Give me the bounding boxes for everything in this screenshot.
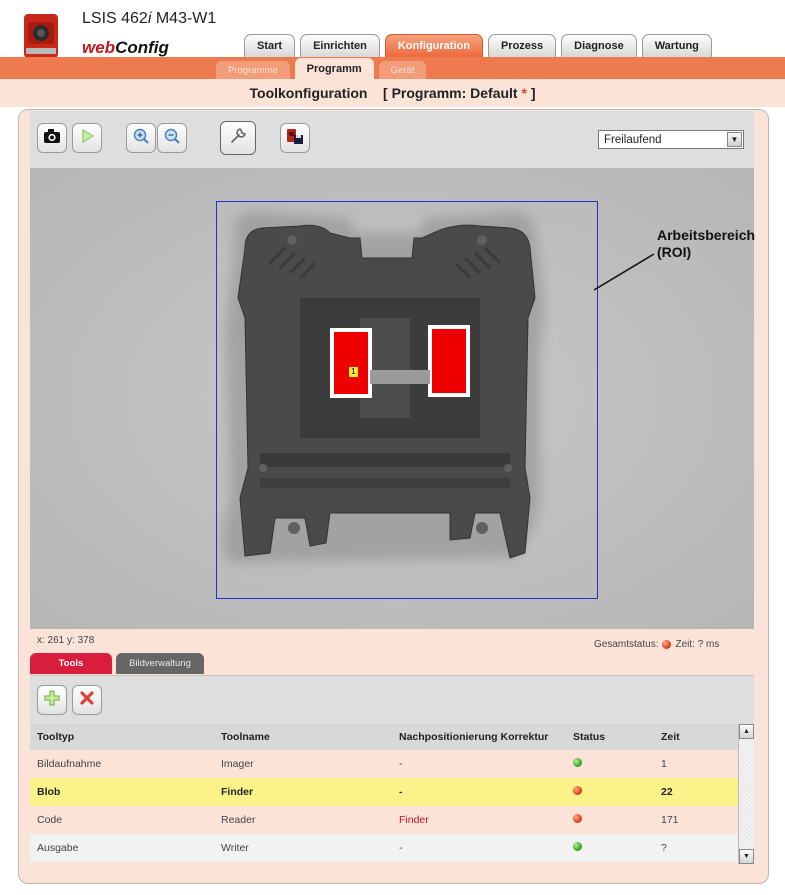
tool-status: [566, 842, 654, 854]
tool-status: [566, 814, 654, 826]
tool-time: 1: [661, 758, 667, 770]
status-green-icon: [573, 758, 582, 767]
tool-name: Reader: [221, 814, 256, 826]
overall-status: Gesamtstatus: Zeit: ? ms: [594, 639, 719, 650]
subtab-programme[interactable]: Programme: [216, 61, 290, 79]
tab-start[interactable]: Start: [244, 34, 296, 57]
scroll-down-icon[interactable]: ▼: [739, 849, 754, 864]
tools-toolbar: [30, 675, 754, 724]
tab-diagnose[interactable]: Diagnose: [561, 34, 637, 57]
tab-prozess[interactable]: Prozess: [487, 34, 557, 57]
column-header[interactable]: Tooltyp: [30, 731, 214, 743]
gesamtstatus-label: Gesamtstatus:: [594, 639, 659, 650]
tool-time: 171: [661, 814, 679, 826]
device-logo-icon: [18, 10, 66, 62]
column-header[interactable]: Zeit: [654, 731, 738, 743]
product-name: LSIS 462i M43-W1: [82, 10, 217, 27]
webconfig-brand: webConfig: [82, 38, 169, 57]
tool-nachpos-link[interactable]: Finder: [392, 814, 566, 826]
tool-nachpos: -: [399, 758, 403, 770]
subtab-geraet[interactable]: Gerät: [378, 61, 427, 79]
table-scrollbar[interactable]: ▲ ▼: [738, 724, 754, 864]
play-button[interactable]: [72, 123, 102, 153]
plus-icon: [43, 689, 61, 712]
table-row[interactable]: Ausgabe Writer - ?: [30, 834, 738, 862]
tool-nachpos: -: [399, 842, 403, 854]
tab-tools[interactable]: Tools: [30, 653, 112, 674]
sub-navigation: Programme Programm Gerät: [216, 58, 427, 79]
add-tool-button[interactable]: [37, 685, 67, 715]
subtab-programm[interactable]: Programm: [294, 58, 374, 79]
column-header[interactable]: Toolname: [214, 731, 392, 743]
acquisition-mode-select[interactable]: Freilaufend ▼: [598, 130, 744, 149]
tab-bildverwaltung[interactable]: Bildverwaltung: [116, 653, 204, 674]
tool-name: Writer: [221, 842, 249, 854]
table-header: Tooltyp Toolname Nachpositionierung Korr…: [30, 724, 738, 750]
column-header[interactable]: Nachpositionierung Korrektur: [392, 731, 566, 743]
tools-table: Tooltyp Toolname Nachpositionierung Korr…: [30, 724, 738, 862]
tab-einrichten[interactable]: Einrichten: [300, 34, 380, 57]
lower-tab-bar: Tools Bildverwaltung: [30, 653, 204, 674]
table-row[interactable]: Code Reader Finder 171: [30, 806, 738, 834]
status-red-icon: [573, 814, 582, 823]
capture-button[interactable]: [37, 123, 67, 153]
tool-status: [566, 786, 654, 798]
tool-type: Bildaufnahme: [37, 758, 102, 770]
tool-type: Code: [37, 814, 63, 826]
table-row-selected[interactable]: Blob Finder - 22: [30, 778, 738, 806]
zoom-out-icon: [163, 127, 181, 150]
camera-icon: [43, 128, 61, 149]
tool-time: ?: [661, 842, 667, 854]
tool-name: Finder: [221, 786, 254, 798]
wrench-icon: [228, 126, 248, 151]
tool-time: 22: [661, 786, 673, 798]
page-title: Toolkonfiguration [ Programm: Default * …: [0, 79, 785, 107]
main-navigation: Start Einrichten Konfiguration Prozess D…: [244, 34, 712, 57]
app-header: LSIS 462i M43-W1 webConfig Start Einrich…: [0, 0, 785, 90]
zoom-out-button[interactable]: [157, 123, 187, 153]
tool-status: [566, 758, 654, 770]
tool-settings-button[interactable]: [220, 121, 256, 155]
status-led-icon: [662, 640, 672, 649]
roi-rectangle[interactable]: [216, 201, 598, 599]
tool-type: Ausgabe: [37, 842, 79, 854]
status-green-icon: [573, 842, 582, 851]
tab-wartung[interactable]: Wartung: [641, 34, 712, 57]
zoom-in-icon: [132, 127, 150, 150]
save-to-device-icon: [285, 127, 305, 150]
tool-nachpos: -: [399, 786, 403, 798]
delete-icon: [78, 689, 96, 712]
zoom-in-button[interactable]: [126, 123, 156, 153]
cursor-coordinates: x: 261 y: 378: [37, 635, 95, 646]
tab-konfiguration[interactable]: Konfiguration: [384, 34, 483, 57]
table-row[interactable]: Bildaufnahme Imager - 1: [30, 750, 738, 778]
chevron-down-icon[interactable]: ▼: [727, 132, 742, 147]
play-icon: [79, 128, 95, 149]
tool-type: Blob: [37, 786, 61, 798]
delete-tool-button[interactable]: [72, 685, 102, 715]
processing-time: Zeit: ? ms: [675, 639, 720, 650]
status-red-icon: [573, 786, 582, 795]
roi-annotation: Arbeitsbereich (ROI): [657, 227, 756, 260]
save-to-device-button[interactable]: [280, 123, 310, 153]
roi-pointer-line: [593, 253, 655, 291]
scroll-up-icon[interactable]: ▲: [739, 724, 754, 739]
blob-marker-label: 1: [349, 367, 358, 377]
column-header[interactable]: Status: [566, 731, 654, 743]
tool-name: Imager: [221, 758, 254, 770]
